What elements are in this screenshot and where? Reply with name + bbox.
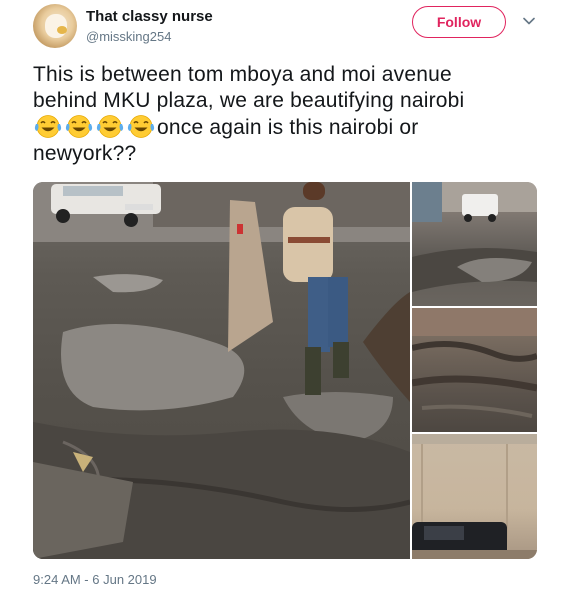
tears-of-joy-emoji-icon <box>126 114 156 139</box>
thumb-photo-3[interactable] <box>412 434 537 559</box>
main-photo[interactable] <box>33 182 410 559</box>
avatar[interactable] <box>33 4 77 48</box>
chevron-down-icon[interactable] <box>522 14 536 28</box>
author-display-name[interactable]: That classy nurse <box>86 8 213 25</box>
follow-button[interactable]: Follow <box>412 6 506 38</box>
tweet-line-1: This is between tom mboya and moi avenue <box>33 63 452 86</box>
thumb-photo-2[interactable] <box>412 308 537 432</box>
tweet-line-4: newyork?? <box>33 142 137 165</box>
author-handle[interactable]: @missking254 <box>86 29 171 44</box>
tweet-line-3: once again is this nairobi or <box>157 116 419 139</box>
tears-of-joy-emoji-icon <box>33 114 63 139</box>
tweet-line-2: behind MKU plaza, we are beautifying nai… <box>33 89 465 112</box>
tears-of-joy-emoji-icon <box>95 114 125 139</box>
tears-of-joy-emoji-icon <box>64 114 94 139</box>
tweet-timestamp[interactable]: 9:24 AM - 6 Jun 2019 <box>33 572 157 587</box>
tweet-card: That classy nurse @missking254 Follow Th… <box>0 0 572 591</box>
emoji-group <box>33 114 156 139</box>
thumb-photo-1[interactable] <box>412 182 537 306</box>
media-grid <box>33 182 537 559</box>
tweet-text: This is between tom mboya and moi avenue… <box>33 62 553 167</box>
